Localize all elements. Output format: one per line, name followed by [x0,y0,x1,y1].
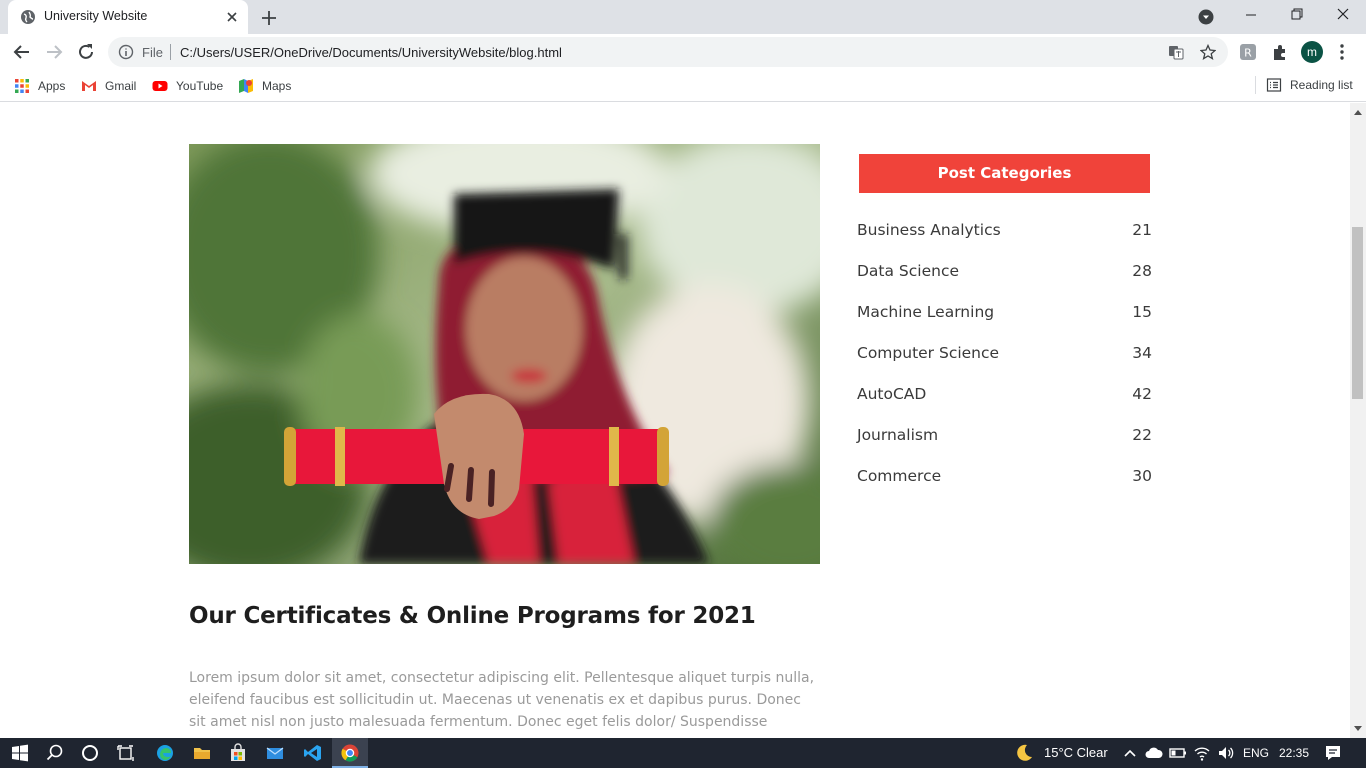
cortana-icon[interactable] [80,743,100,763]
category-count: 28 [1132,262,1152,280]
store-icon[interactable] [228,743,248,763]
page-scrollbar[interactable] [1350,103,1366,738]
category-commerce[interactable]: Commerce 30 [857,467,1152,508]
scroll-down-icon[interactable] [1353,725,1363,733]
category-machine-learning[interactable]: Machine Learning 15 [857,303,1152,344]
more-menu-icon[interactable] [1334,42,1350,62]
moon-weather-icon[interactable] [1014,743,1034,763]
task-view-icon[interactable] [116,743,136,763]
category-autocad[interactable]: AutoCAD 42 [857,385,1152,426]
post-categories-heading: Post Categories [859,154,1150,193]
bookmark-label: Maps [262,79,292,93]
bookmarks-bar: Apps Gmail YouTube Maps [0,70,1366,102]
scroll-up-icon[interactable] [1353,108,1363,116]
edge-browser-icon[interactable] [155,743,175,763]
bookmark-maps[interactable]: Maps [238,77,291,95]
reading-list-icon [1266,78,1282,92]
wifi-icon[interactable] [1192,743,1212,763]
minimize-icon[interactable] [1228,0,1274,30]
windows-start-icon[interactable] [10,743,30,763]
bookmark-label: YouTube [176,79,224,93]
translate-icon[interactable] [1168,44,1184,60]
extensions-puzzle-icon[interactable] [1270,42,1290,62]
apps-grid-icon [15,79,29,93]
address-bar[interactable]: File C:/Users/USER/OneDrive/Documents/Un… [108,37,1228,67]
category-name: Data Science [857,262,960,280]
tab-title: University Website [44,9,148,23]
globe-icon [21,10,35,24]
maps-icon [239,79,253,93]
profile-avatar[interactable]: m [1301,41,1323,63]
weather-text[interactable]: 15°C Clear [1044,745,1108,760]
post-body: Lorem ipsum dolor sit amet, consectetur … [189,670,815,730]
windows-taskbar: 15°C Clear ENG 22:35 [0,738,1366,768]
category-name: Commerce [857,467,942,485]
tab-search-icon[interactable] [1198,9,1214,25]
browser-tab[interactable]: University Website [8,0,248,34]
category-count: 22 [1132,426,1152,444]
onedrive-cloud-icon[interactable] [1144,743,1164,763]
reading-list-label: Reading list [1290,78,1353,92]
category-list: Business Analytics 21 Data Science 28 Mach… [857,221,1152,508]
gmail-icon [82,81,96,91]
reading-list-button[interactable]: Reading list [1266,77,1353,93]
restore-icon[interactable] [1274,0,1320,30]
back-arrow-icon[interactable] [12,42,32,62]
notifications-icon[interactable] [1323,743,1343,763]
info-icon[interactable] [118,44,134,60]
post-title[interactable]: Our Certificates & Online Programs for 2… [189,603,756,629]
battery-icon[interactable] [1168,743,1188,763]
file-scheme-label: File [142,45,163,60]
tab-strip: University Website [0,0,1366,34]
bookmark-label: Gmail [105,79,137,93]
bookmark-youtube[interactable]: YouTube [152,77,223,95]
extension-r-icon[interactable]: R [1238,42,1258,62]
chrome-taskbar-active[interactable] [332,738,368,768]
window-close-icon[interactable] [1320,0,1366,30]
category-name: Computer Science [857,344,1000,362]
url-text[interactable]: C:/Users/USER/OneDrive/Documents/Univers… [180,45,562,60]
bookmark-label: Apps [38,79,66,93]
reload-icon[interactable] [76,42,96,62]
category-name: Journalism [857,426,939,444]
bookmark-star-icon[interactable] [1200,44,1216,60]
youtube-icon [152,81,168,91]
bookmarks-divider [1255,76,1256,94]
show-hidden-icons-chevron-icon[interactable] [1120,743,1140,763]
browser-toolbar: File C:/Users/USER/OneDrive/Documents/Un… [0,34,1366,70]
page-viewport: Our Certificates & Online Programs for 2… [0,103,1350,738]
chrome-icon [341,744,359,762]
address-separator [170,44,171,60]
bookmark-apps[interactable]: Apps [14,77,65,95]
volume-icon[interactable] [1216,743,1236,763]
search-icon[interactable] [45,743,65,763]
svg-text:R: R [1244,47,1252,60]
language-indicator[interactable]: ENG [1243,746,1269,760]
category-name: Machine Learning [857,303,995,321]
vscode-icon[interactable] [303,743,323,763]
new-tab-icon[interactable] [258,7,280,29]
close-tab-icon[interactable] [224,9,240,25]
category-count: 34 [1132,344,1152,362]
forward-arrow-icon[interactable] [44,42,64,62]
category-count: 30 [1132,467,1152,485]
bookmark-gmail[interactable]: Gmail [81,77,136,95]
category-count: 15 [1132,303,1152,321]
category-journalism[interactable]: Journalism 22 [857,426,1152,467]
category-business-analytics[interactable]: Business Analytics 21 [857,221,1152,262]
clock-time[interactable]: 22:35 [1279,746,1309,760]
category-data-science[interactable]: Data Science 28 [857,262,1152,303]
category-name: Business Analytics [857,221,1001,239]
mail-icon[interactable] [265,743,285,763]
scrollbar-thumb[interactable] [1352,227,1363,399]
category-count: 21 [1132,221,1152,239]
file-explorer-icon[interactable] [192,743,212,763]
category-count: 42 [1132,385,1152,403]
category-computer-science[interactable]: Computer Science 34 [857,344,1152,385]
graduate-hero-image [189,144,820,564]
category-name: AutoCAD [857,385,927,403]
